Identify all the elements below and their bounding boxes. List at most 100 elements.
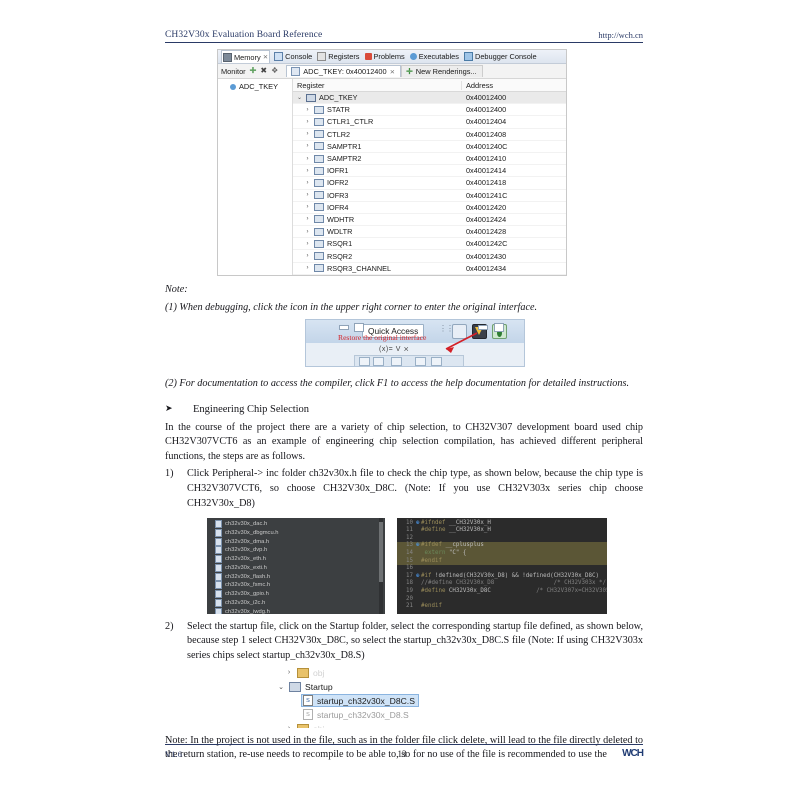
code-line[interactable]: 14 extern "C" { <box>397 549 607 558</box>
file-list-item[interactable]: ch32v30x_eth.h <box>207 555 385 564</box>
register-row[interactable]: › IOFR1 0x40012414 <box>293 165 566 178</box>
chevron-right-icon[interactable]: › <box>304 253 311 259</box>
step-2-marker: 2) <box>165 620 174 632</box>
toolbar-button-icon[interactable] <box>359 357 370 367</box>
register-row[interactable]: › IOFR4 0x40012420 <box>293 202 566 214</box>
tree-row-startup[interactable]: ⌄ Startup <box>263 680 513 694</box>
chevron-right-icon[interactable]: › <box>304 265 311 271</box>
arrow-bullet-icon: ➤ <box>165 403 173 414</box>
register-name: CTLR1_CTLR <box>327 117 374 127</box>
source-code-lines: 10 ⊕ #ifndef __CH32V30x_H 11 #define __CH32V… <box>397 520 607 611</box>
tab-memory[interactable]: Memory ⨯ <box>221 50 271 63</box>
tab-debugger-console[interactable]: Debugger Console <box>463 52 538 61</box>
line-number: 13 <box>406 542 413 549</box>
file-list-item[interactable]: ch32v30x_dma.h <box>207 537 385 546</box>
toolbar-button-icon[interactable] <box>431 357 442 367</box>
tree-row-startup-d8c[interactable]: S startup_ch32v30x_D8C.S <box>263 694 513 708</box>
chevron-right-icon[interactable]: › <box>304 131 311 137</box>
chevron-right-icon[interactable]: › <box>285 669 293 676</box>
file-list-item[interactable]: ch32v30x_i2c.h <box>207 599 385 608</box>
chevron-right-icon[interactable]: › <box>285 725 293 728</box>
register-row[interactable]: › IOFR3 0x4001241C <box>293 190 566 202</box>
register-row[interactable]: › CTLR1_CTLR 0x40012404 <box>293 116 566 129</box>
tree-row[interactable]: › obj <box>263 722 513 728</box>
header-file-icon <box>215 563 222 572</box>
chevron-right-icon[interactable]: › <box>304 156 311 162</box>
chevron-right-icon[interactable]: › <box>304 241 311 247</box>
code-line[interactable]: 16 <box>397 565 607 573</box>
tab-problems[interactable]: Problems <box>364 52 406 61</box>
register-address: 0x40012400 <box>466 93 507 103</box>
selected-file-highlight[interactable]: S startup_ch32v30x_D8C.S <box>301 694 419 708</box>
file-list-item-label: ch32v30x_eth.h <box>225 556 266 563</box>
register-name: IOFR2 <box>327 178 349 188</box>
code-line[interactable]: 20 <box>397 596 607 604</box>
register-row[interactable]: › CTLR2 0x40012408 <box>293 129 566 141</box>
tree-row-startup-d8[interactable]: S startup_ch32v30x_D8.S <box>263 708 513 722</box>
code-line[interactable]: 15 #endif <box>397 557 607 566</box>
code-line[interactable]: 12 <box>397 535 607 543</box>
register-row[interactable]: › SAMPTR2 0x40012410 <box>293 153 566 166</box>
monitor-list-item[interactable]: ADC_TKEY <box>218 81 292 92</box>
code-line[interactable]: 13 ⊕ #ifdef __cplusplus <box>397 542 607 550</box>
register-row[interactable]: › SAMPTR1 0x4001240C <box>293 141 566 153</box>
file-list-item[interactable]: ch32v30x_gpio.h <box>207 590 385 599</box>
close-icon[interactable]: ⨯ <box>263 53 268 61</box>
code-line[interactable]: 17 ⊕ #if !defined(CH32V30x_D8) && !defined… <box>397 573 607 581</box>
register-row[interactable]: › IOFR2 0x40012418 <box>293 177 566 190</box>
chevron-right-icon[interactable]: › <box>304 229 311 235</box>
toolbar-button-icon[interactable] <box>391 357 402 367</box>
register-row[interactable]: › RSQR3_CHANNEL 0x40012434 <box>293 263 566 275</box>
chevron-right-icon[interactable]: › <box>304 168 311 174</box>
code-line[interactable]: 21 #endif <box>397 603 607 611</box>
chevron-right-icon[interactable]: › <box>304 204 311 210</box>
register-row[interactable]: › RSQR1 0x4001242C <box>293 238 566 251</box>
page-content: CH32V30x Evaluation Board Reference http… <box>165 30 643 763</box>
chevron-right-icon[interactable]: › <box>304 143 311 149</box>
file-list-item[interactable]: ch32v30x_dbgmcu.h <box>207 528 385 537</box>
tab-new-renderings[interactable]: ✛ New Renderings... <box>401 65 483 77</box>
chevron-right-icon[interactable]: › <box>304 180 311 186</box>
file-list-item[interactable]: ch32v30x_flash.h <box>207 572 385 581</box>
column-header-register[interactable]: Register <box>293 80 462 90</box>
register-row[interactable]: › WDHTR 0x40012424 <box>293 214 566 227</box>
add-monitor-icon[interactable]: ✛ <box>250 67 257 75</box>
chevron-right-icon[interactable]: › <box>304 216 311 222</box>
register-row[interactable]: ⌄ ADC_TKEY 0x40012400 <box>293 92 566 105</box>
chevron-down-icon[interactable]: ⌄ <box>296 94 303 101</box>
toolbar-button-icon[interactable] <box>415 357 426 367</box>
file-list-item[interactable]: ch32v30x_fsmc.h <box>207 581 385 590</box>
remove-all-monitors-icon[interactable]: ❖ <box>271 67 278 75</box>
code-line[interactable]: 18//#define CH32V30x_D8 /* CH32V303x */ <box>397 580 607 588</box>
chevron-right-icon[interactable]: › <box>304 107 311 113</box>
tab-registers[interactable]: Registers <box>316 52 360 61</box>
register-row[interactable]: › WDLTR 0x40012428 <box>293 226 566 239</box>
code-line[interactable]: 10 ⊕ #ifndef __CH32V30x_H <box>397 520 607 528</box>
code-line[interactable]: 11 #define __CH32V30x_H <box>397 527 607 535</box>
remove-monitor-icon[interactable]: ✖ <box>260 67 267 75</box>
toolbar-button-icon[interactable] <box>373 357 384 367</box>
register-row[interactable]: › STATR 0x40012400 <box>293 104 566 117</box>
file-list-item[interactable]: ch32v30x_exti.h <box>207 563 385 572</box>
tab-rendering-adc-tkey[interactable]: ADC_TKEY: 0x40012400 ⨯ <box>286 65 402 77</box>
file-list-item[interactable]: ch32v30x_iwdg.h <box>207 607 385 614</box>
chevron-right-icon[interactable]: › <box>304 119 311 125</box>
monitor-toolbar-icons: ✛ ✖ ❖ <box>250 67 279 75</box>
close-icon[interactable]: ⨯ <box>390 68 395 76</box>
file-list-item[interactable]: ch32v30x_dvp.h <box>207 546 385 555</box>
code-line[interactable]: 19 #define CH32V30x_D8C /* CH32V307x=CH32… <box>397 588 607 596</box>
register-row[interactable]: › RSQR2 0x40012430 <box>293 250 566 263</box>
register-name: ADC_TKEY <box>319 93 358 103</box>
file-list-body: ch32v30x_dac.h ch32v30x_dbgmcu.h ch32v30x_… <box>207 519 385 614</box>
running-head-url[interactable]: http://wch.cn <box>598 30 643 40</box>
console-icon <box>274 52 284 61</box>
tab-executables[interactable]: Executables <box>409 52 460 61</box>
chevron-down-icon[interactable]: ⌄ <box>277 683 285 691</box>
file-list-item[interactable]: ch32v30x_dac.h <box>207 519 385 529</box>
tab-console[interactable]: Console <box>273 52 313 61</box>
tree-row[interactable]: › obj <box>263 666 513 680</box>
column-header-address[interactable]: Address <box>462 81 566 90</box>
section-intro-paragraph: In the course of the project there are a… <box>165 421 643 462</box>
chevron-right-icon[interactable]: › <box>304 192 311 198</box>
file-list-scrollbar[interactable] <box>379 517 383 614</box>
